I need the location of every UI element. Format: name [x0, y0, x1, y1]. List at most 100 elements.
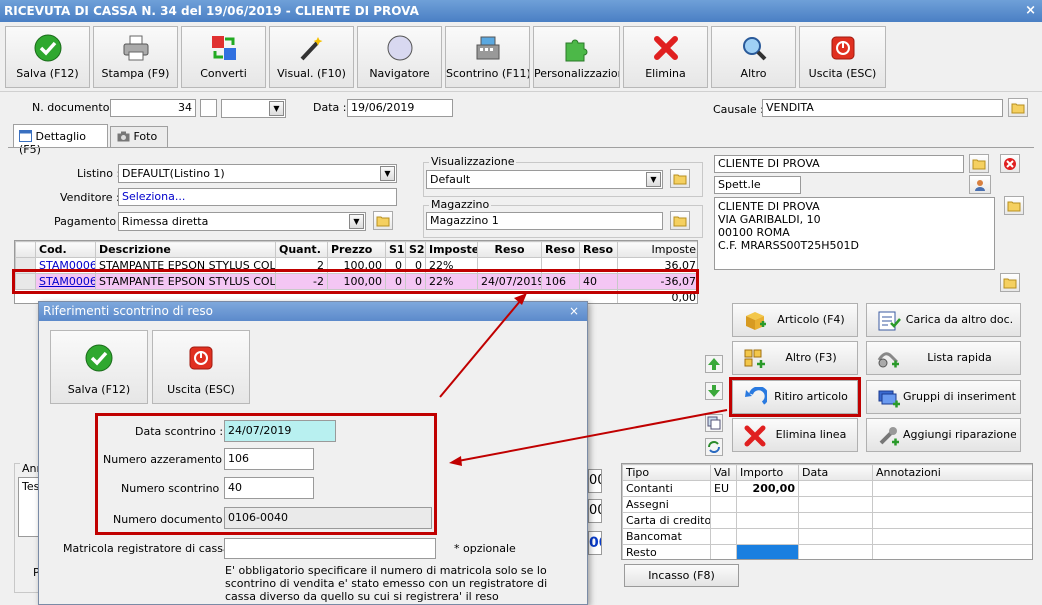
cliente-address-box[interactable]: CLIENTE DI PROVA VIA GARIBALDI, 10 00100… — [714, 197, 995, 270]
move-down-button[interactable] — [705, 382, 723, 400]
window-title-bar: RICEVUTA DI CASSA N. 34 del 19/06/2019 -… — [0, 0, 1042, 22]
total-box-stub-3: 00 — [588, 531, 602, 555]
load-from-doc-button[interactable]: Carica da altro doc. — [866, 303, 1021, 337]
col-header[interactable]: Reso — [541, 241, 580, 258]
listino-select[interactable]: DEFAULT(Listino 1) ▼ — [118, 164, 397, 183]
refresh-row-button[interactable] — [705, 438, 723, 456]
data-scontrino-field[interactable]: 24/07/2019 — [224, 420, 336, 442]
date-label: Data : — [313, 101, 347, 114]
print-button[interactable]: Stampa (F9) — [93, 26, 178, 88]
delete-button[interactable]: Elimina — [623, 26, 708, 88]
quick-list-button[interactable]: Lista rapida — [866, 341, 1021, 375]
chevron-down-icon: ▼ — [646, 172, 661, 187]
load-doc-icon — [878, 311, 901, 331]
visualizzazione-folder-button[interactable] — [670, 169, 690, 188]
customizations-button[interactable]: Personalizzazioni — [533, 26, 620, 88]
payment-row[interactable]: Carta di credito — [622, 512, 1032, 529]
payment-row[interactable]: Assegni — [622, 496, 1032, 513]
date-field[interactable]: 19/06/2019 — [347, 99, 453, 117]
add-other-button[interactable]: Altro (F3) — [732, 341, 858, 375]
pagamento-folder-button[interactable] — [373, 211, 393, 230]
col-header[interactable]: Importo — [736, 464, 799, 481]
incasso-button[interactable]: Incasso (F8) — [624, 564, 739, 587]
pagamento-select[interactable]: Rimessa diretta ▼ — [118, 212, 366, 231]
col-header[interactable]: S2 — [405, 241, 426, 258]
folder-icon — [1007, 201, 1021, 212]
insertion-groups-button[interactable]: Gruppi di inserimento — [866, 380, 1021, 414]
chevron-down-icon: ▼ — [380, 166, 395, 181]
ndoc-label: N. documento : — [32, 101, 117, 114]
delete-line-button[interactable]: Elimina linea — [732, 418, 858, 452]
dialog-save-button[interactable]: Salva (F12) — [50, 330, 148, 404]
add-article-button[interactable]: Articolo (F4) — [732, 303, 858, 337]
col-header[interactable]: Imposte — [617, 241, 697, 258]
cliente-folder-button[interactable] — [969, 154, 989, 173]
col-header[interactable]: Val — [710, 464, 737, 481]
num-scontrino-field[interactable]: 40 — [224, 477, 314, 499]
more-button[interactable]: Altro — [711, 26, 796, 88]
col-header[interactable]: Quant. — [275, 241, 328, 258]
grid-header-row: Cod. Descrizione Quant. Prezzo S1 S2 Imp… — [15, 241, 697, 258]
payment-row-resto[interactable]: Resto — [622, 544, 1032, 559]
move-up-button[interactable] — [705, 355, 723, 373]
close-window-button[interactable]: × — [1025, 0, 1036, 22]
quick-list-icon — [877, 352, 899, 368]
visualizzazione-label: Visualizzazione — [429, 155, 517, 168]
magazzino-field[interactable]: Magazzino 1 — [426, 212, 663, 230]
save-button[interactable]: Salva (F12) — [5, 26, 90, 88]
exit-button[interactable]: Uscita (ESC) — [799, 26, 886, 88]
remove-circle-icon — [1004, 158, 1016, 170]
notes-folder-button[interactable] — [1000, 273, 1020, 292]
power-icon — [831, 36, 854, 60]
ndoc-series-select[interactable]: ▼ — [221, 99, 286, 118]
cliente-card-button[interactable] — [969, 175, 991, 194]
col-header[interactable]: Reso — [579, 241, 618, 258]
address-folder-button[interactable] — [1004, 196, 1024, 215]
cliente-name-field[interactable]: CLIENTE DI PROVA — [714, 155, 964, 173]
add-repair-button[interactable]: Aggiungi riparazione — [866, 418, 1021, 452]
matricola-label: Matricola registratore di cassa : — [63, 542, 237, 555]
receipt-button[interactable]: Scontrino (F11) — [445, 26, 530, 88]
ndoc-suffix-box[interactable] — [200, 99, 217, 117]
tab-dettaglio[interactable]: Dettaglio (F5) — [13, 124, 108, 156]
num-documento-label: Numero documento : — [113, 513, 230, 526]
chevron-down-icon: ▼ — [269, 101, 284, 116]
causale-folder-button[interactable] — [1008, 98, 1028, 117]
col-header[interactable]: Reso — [477, 241, 542, 258]
greeting-field[interactable]: Spett.le — [714, 176, 801, 194]
causale-field[interactable]: VENDITA — [762, 99, 1003, 117]
cliente-remove-button[interactable] — [1000, 154, 1020, 173]
dialog-close-button[interactable]: × — [569, 302, 579, 321]
col-header[interactable]: S1 — [385, 241, 406, 258]
resto-value-cell[interactable] — [736, 544, 799, 559]
detail-list-icon — [19, 130, 32, 142]
col-header[interactable]: Annotazioni — [872, 464, 1032, 481]
navigator-button[interactable]: Navigatore — [357, 26, 442, 88]
tab-foto[interactable]: Foto — [110, 126, 168, 147]
visualize-button[interactable]: Visual. (F10) — [269, 26, 354, 88]
col-header[interactable]: Imposte — [425, 241, 478, 258]
magazzino-folder-button[interactable] — [670, 211, 690, 230]
payment-row[interactable]: Bancomat — [622, 528, 1032, 545]
payment-row[interactable]: Contanti EU 200,00 — [622, 480, 1032, 497]
matricola-field[interactable] — [224, 538, 436, 559]
refresh-icon — [708, 441, 720, 453]
venditore-field[interactable]: Seleziona... — [118, 188, 397, 206]
col-header[interactable]: Tipo — [622, 464, 711, 481]
arrow-down-icon — [708, 385, 720, 397]
dialog-exit-button[interactable]: Uscita (ESC) — [152, 330, 250, 404]
num-azzeramento-field[interactable]: 106 — [224, 448, 314, 470]
col-header[interactable]: Cod. — [35, 241, 96, 258]
optional-note: * opzionale — [454, 542, 516, 555]
highlight-return-box — [729, 377, 861, 417]
total-box-stub-2: 00 — [588, 499, 602, 523]
copy-row-button[interactable] — [705, 414, 723, 432]
ndoc-field[interactable]: 34 — [110, 99, 196, 117]
convert-button[interactable]: Converti — [181, 26, 266, 88]
annotations-text-stub[interactable]: Tes — [18, 477, 40, 537]
col-header[interactable]: Descrizione — [95, 241, 276, 258]
col-header[interactable]: Prezzo — [327, 241, 386, 258]
delete-x-icon — [653, 36, 678, 60]
col-header[interactable]: Data — [798, 464, 873, 481]
visualizzazione-select[interactable]: Default ▼ — [426, 170, 663, 189]
